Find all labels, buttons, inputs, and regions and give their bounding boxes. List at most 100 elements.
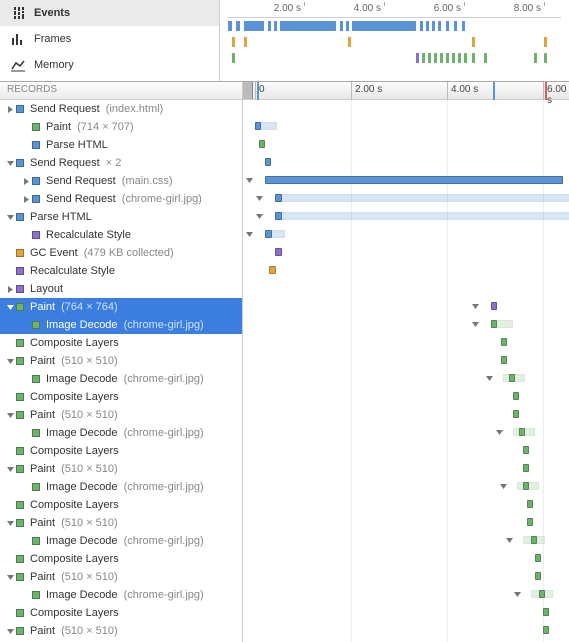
record-row[interactable]: GC Event (479 KB collected)	[0, 244, 242, 262]
tabs: Events Frames Memory	[0, 0, 220, 81]
timeline-bar[interactable]	[265, 176, 563, 184]
timeline-bar[interactable]	[531, 536, 537, 544]
disclosure-triangle-icon[interactable]	[485, 374, 493, 382]
tab-events[interactable]: Events	[0, 0, 219, 26]
timeline-gutter	[243, 82, 253, 99]
record-row[interactable]: Composite Layers	[0, 388, 242, 406]
timeline-bar[interactable]	[509, 374, 515, 382]
timeline-bar[interactable]	[265, 158, 271, 166]
record-row[interactable]: Image Decode (chrome-girl.jpg)	[0, 424, 242, 442]
disclosure-triangle-icon[interactable]	[6, 213, 15, 222]
disclosure-triangle-icon[interactable]	[6, 285, 15, 294]
disclosure-triangle-icon[interactable]	[6, 411, 15, 420]
timeline-bar[interactable]	[501, 356, 507, 364]
record-row[interactable]: Image Decode (chrome-girl.jpg)	[0, 586, 242, 604]
disclosure-triangle-icon[interactable]	[255, 212, 263, 220]
record-row[interactable]: Composite Layers	[0, 550, 242, 568]
record-row[interactable]: Paint (510 × 510)	[0, 406, 242, 424]
disclosure-triangle-icon[interactable]	[495, 428, 503, 436]
tab-memory[interactable]: Memory	[0, 52, 219, 78]
timeline-bar[interactable]	[513, 410, 519, 418]
record-row[interactable]: Send Request (chrome-girl.jpg)	[0, 190, 242, 208]
timeline-bar[interactable]	[535, 572, 541, 580]
record-row[interactable]: Composite Layers	[0, 442, 242, 460]
record-row[interactable]: Paint (714 × 707)	[0, 118, 242, 136]
overview[interactable]: 2.00 s 4.00 s 6.00 s 8.00 s	[220, 0, 569, 81]
timeline-ruler[interactable]: 0 2.00 s 4.00 s 6.00 s	[243, 82, 569, 100]
record-row[interactable]: Paint (510 × 510)	[0, 568, 242, 586]
timeline-bar[interactable]	[275, 212, 282, 220]
timeline-bar[interactable]	[543, 608, 549, 616]
record-row[interactable]: Image Decode (chrome-girl.jpg)	[0, 370, 242, 388]
disclosure-triangle-icon[interactable]	[245, 230, 253, 238]
timeline-bar[interactable]	[519, 428, 525, 436]
timeline-bar[interactable]	[275, 248, 282, 256]
record-row[interactable]: Send Request (main.css)	[0, 172, 242, 190]
record-row[interactable]: Paint (510 × 510)	[0, 460, 242, 478]
disclosure-triangle-icon[interactable]	[6, 105, 15, 114]
timeline-bar[interactable]	[523, 446, 529, 454]
record-row[interactable]: Composite Layers	[0, 604, 242, 622]
overview-bar	[340, 21, 343, 31]
timeline-bar[interactable]	[275, 212, 569, 220]
timeline-bar[interactable]	[269, 266, 276, 274]
timeline[interactable]	[243, 100, 569, 642]
record-detail: (main.css)	[119, 175, 173, 187]
disclosure-triangle-icon[interactable]	[505, 536, 513, 544]
disclosure-triangle-icon[interactable]	[6, 465, 15, 474]
timeline-bar[interactable]	[523, 464, 529, 472]
tab-frames[interactable]: Frames	[0, 26, 219, 52]
record-row[interactable]: Composite Layers	[0, 496, 242, 514]
timeline-bar[interactable]	[491, 302, 497, 310]
record-row[interactable]: Paint (510 × 510)	[0, 622, 242, 640]
disclosure-triangle-icon	[6, 555, 15, 564]
timeline-row	[243, 154, 569, 172]
record-row[interactable]: Send Request × 2	[0, 154, 242, 172]
timeline-bar[interactable]	[265, 230, 272, 238]
timeline-bar[interactable]	[501, 338, 507, 346]
record-row[interactable]: Paint (510 × 510)	[0, 352, 242, 370]
disclosure-triangle-icon[interactable]	[513, 590, 521, 598]
disclosure-triangle-icon[interactable]	[471, 302, 479, 310]
disclosure-triangle-icon[interactable]	[6, 573, 15, 582]
record-row[interactable]: Layout	[0, 280, 242, 298]
timeline-bar[interactable]	[535, 554, 541, 562]
record-row[interactable]: Parse HTML	[0, 136, 242, 154]
record-row[interactable]: Image Decode (chrome-girl.jpg)	[0, 478, 242, 496]
record-row[interactable]: Paint (510 × 510)	[0, 514, 242, 532]
disclosure-triangle-icon[interactable]	[22, 195, 31, 204]
disclosure-triangle-icon[interactable]	[6, 627, 15, 636]
record-row[interactable]: Recalculate Style	[0, 262, 242, 280]
record-row[interactable]: Parse HTML	[0, 208, 242, 226]
timeline-bar[interactable]	[527, 500, 533, 508]
record-row[interactable]: Recalculate Style	[0, 226, 242, 244]
timeline-bar[interactable]	[491, 320, 497, 328]
record-row[interactable]: Image Decode (chrome-girl.jpg)	[0, 316, 242, 334]
record-row[interactable]: Composite Layers	[0, 334, 242, 352]
timeline-bar[interactable]	[259, 140, 265, 148]
disclosure-triangle-icon[interactable]	[6, 357, 15, 366]
disclosure-triangle-icon[interactable]	[22, 177, 31, 186]
timeline-bar[interactable]	[513, 392, 519, 400]
record-row[interactable]: Image Decode (chrome-girl.jpg)	[0, 532, 242, 550]
disclosure-triangle-icon[interactable]	[6, 303, 15, 312]
disclosure-triangle-icon[interactable]	[6, 159, 15, 168]
disclosure-triangle-icon[interactable]	[255, 194, 263, 202]
timeline-bar[interactable]	[527, 518, 533, 526]
record-row[interactable]: Paint (764 × 764)	[0, 298, 242, 316]
record-detail: (510 × 510)	[58, 409, 118, 421]
timeline-bar[interactable]	[275, 194, 569, 202]
marker-blue	[493, 82, 495, 100]
records-tree[interactable]: Send Request (index.html)Paint (714 × 70…	[0, 100, 243, 642]
timeline-bar[interactable]	[275, 194, 282, 202]
timeline-bar[interactable]	[255, 122, 261, 130]
disclosure-triangle-icon[interactable]	[471, 320, 479, 328]
record-label: Composite Layers	[30, 445, 119, 457]
timeline-bar[interactable]	[543, 626, 549, 634]
disclosure-triangle-icon[interactable]	[499, 482, 507, 490]
record-row[interactable]: Send Request (index.html)	[0, 100, 242, 118]
timeline-bar[interactable]	[523, 482, 529, 490]
disclosure-triangle-icon[interactable]	[245, 176, 253, 184]
timeline-bar[interactable]	[539, 590, 545, 598]
disclosure-triangle-icon[interactable]	[6, 519, 15, 528]
